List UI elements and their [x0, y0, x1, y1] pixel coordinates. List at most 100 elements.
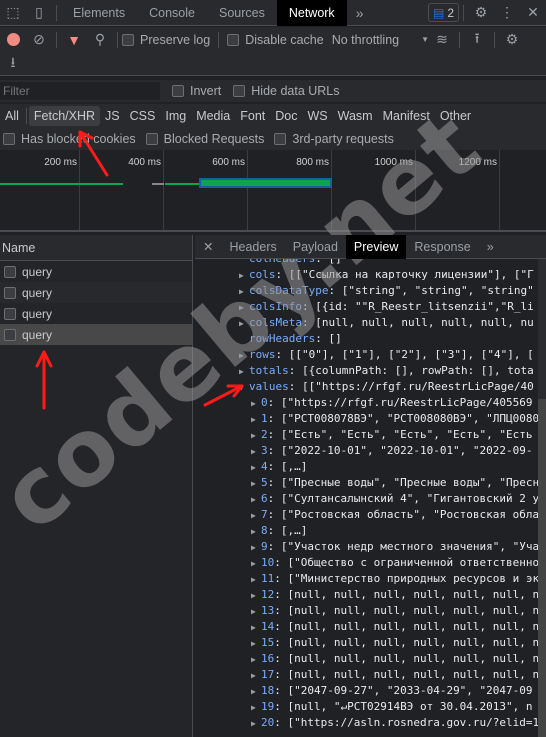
values-item[interactable]: ▶ 2: ["Есть", "Есть", "Есть", "Есть", "Ес…	[195, 427, 539, 443]
issues-badge[interactable]: ▤ 2	[427, 3, 459, 22]
values-item[interactable]: ▶ 20: ["https://asln.rosnedra.gov.ru/?eli…	[195, 715, 539, 731]
values-item[interactable]: ▶ 8: [,…]	[195, 523, 539, 539]
preview-property[interactable]: ▶ colsInfo: [{id: ""R_Reestr_litsenzii","…	[195, 299, 539, 315]
settings-gear-icon[interactable]: ⚙	[468, 0, 494, 26]
type-manifest[interactable]: Manifest	[378, 106, 435, 126]
expand-triangle-icon[interactable]: ▶	[251, 396, 261, 412]
filter-input[interactable]	[0, 82, 160, 100]
expand-triangle-icon[interactable]: ▶	[251, 572, 261, 588]
values-item[interactable]: ▶ 3: ["2022-10-01", "2022-10-01", "2022-0…	[195, 443, 539, 459]
blocked-requests-checkbox[interactable]	[145, 133, 158, 145]
values-item[interactable]: ▶ 7: ["Ростовская область", "Ростовская о…	[195, 507, 539, 523]
values-item[interactable]: ▶ 11: ["Министерство природных ресурсов и…	[195, 571, 539, 587]
tab-elements[interactable]: Elements	[61, 0, 137, 26]
values-item[interactable]: ▶ 4: [,…]	[195, 459, 539, 475]
preview-property[interactable]: ▶ rows: [["0"], ["1"], ["2"], ["3"], ["4"…	[195, 347, 539, 363]
expand-triangle-icon[interactable]: ▶	[251, 412, 261, 428]
preserve-log-checkbox[interactable]	[122, 33, 134, 46]
tab-payload[interactable]: Payload	[285, 235, 346, 259]
tab-sources[interactable]: Sources	[207, 0, 277, 26]
close-icon[interactable]: ✕	[520, 0, 546, 26]
network-settings-gear-icon[interactable]: ⚙	[499, 27, 525, 53]
expand-triangle-icon[interactable]: ▶	[251, 524, 261, 540]
expand-triangle-icon[interactable]: ▶	[239, 300, 249, 316]
type-wasm[interactable]: Wasm	[333, 106, 378, 126]
type-other[interactable]: Other	[435, 106, 476, 126]
expand-triangle-icon[interactable]: ▶	[239, 348, 249, 364]
values-item[interactable]: ▶ 0: ["https://rfgf.ru/ReestrLicPage/4055…	[195, 395, 539, 411]
throttling-select[interactable]: No throttling ▼	[332, 33, 429, 47]
network-overview-timeline[interactable]: 200 ms 400 ms 600 ms 800 ms 1000 ms 1200…	[0, 150, 546, 232]
tab-network[interactable]: Network	[276, 0, 347, 26]
expand-triangle-icon[interactable]: ▶	[251, 556, 261, 572]
values-item[interactable]: ▶ 13: [null, null, null, null, null, null…	[195, 603, 539, 619]
tab-response[interactable]: Response	[406, 235, 478, 259]
inspect-element-icon[interactable]: ⬚	[0, 0, 26, 26]
expand-triangle-icon[interactable]: ▶	[239, 364, 249, 380]
blocked-cookies-checkbox[interactable]	[3, 133, 15, 145]
scrollbar-thumb[interactable]	[538, 399, 546, 737]
expand-triangle-icon[interactable]: ▶	[251, 620, 261, 636]
values-item[interactable]: ▶ 1: ["РСТ008078ВЭ", "РСТ008080ВЭ", "ЛПЦ0…	[195, 411, 539, 427]
values-item[interactable]: ▶ 6: ["Султансалынский 4", "Гигантовский …	[195, 491, 539, 507]
name-column-header[interactable]: Name	[0, 235, 192, 261]
values-item[interactable]: ▶ 19: [null, "↵РСТ02914ВЭ от 30.04.2013",…	[195, 699, 539, 715]
type-doc[interactable]: Doc	[270, 106, 302, 126]
more-options-icon[interactable]: ⋮	[494, 0, 520, 26]
scrollbar[interactable]	[538, 259, 546, 737]
search-icon[interactable]: ⚲	[87, 27, 113, 53]
type-font[interactable]: Font	[235, 106, 270, 126]
close-details-icon[interactable]: ✕	[195, 235, 221, 259]
values-item[interactable]: ▶ 12: [null, null, null, null, null, null…	[195, 587, 539, 603]
tab-headers[interactable]: Headers	[221, 235, 284, 259]
request-row[interactable]: query	[0, 282, 192, 303]
preview-property[interactable]: ▶ totals: [{columnPath: [], rowPath: [], …	[195, 363, 539, 379]
values-item[interactable]: ▶ 5: ["Пресные воды", "Пресные воды", "Пр…	[195, 475, 539, 491]
expand-triangle-icon[interactable]: ▶	[251, 652, 261, 668]
expand-triangle-icon[interactable]: ▶	[239, 316, 249, 332]
hide-data-urls-checkbox[interactable]	[233, 85, 246, 97]
record-button[interactable]	[0, 27, 26, 53]
expand-triangle-icon[interactable]: ▶	[251, 460, 261, 476]
values-item[interactable]: ▶ 14: [null, null, null, null, null, null…	[195, 619, 539, 635]
values-item[interactable]: ▶ 17: [null, null, null, null, null, null…	[195, 667, 539, 683]
expand-triangle-icon[interactable]: ▶	[251, 684, 261, 700]
preview-property[interactable]: ▶ colsMeta: [null, null, null, null, null…	[195, 315, 539, 331]
type-all[interactable]: All	[0, 106, 24, 126]
type-img[interactable]: Img	[160, 106, 191, 126]
clear-icon[interactable]: ⊘	[26, 27, 52, 53]
expand-triangle-icon[interactable]: ▶	[251, 444, 261, 460]
expand-triangle-icon[interactable]: ▶	[251, 428, 261, 444]
device-toolbar-icon[interactable]: ▯	[26, 0, 52, 26]
expand-triangle-icon[interactable]: ▶	[251, 604, 261, 620]
expand-triangle-icon[interactable]: ▶	[251, 588, 261, 604]
import-har-icon[interactable]: ⭱	[464, 27, 490, 53]
preview-property[interactable]: rowHeaders: []	[195, 331, 539, 347]
expand-triangle-icon[interactable]: ▶	[251, 476, 261, 492]
tab-preview[interactable]: Preview	[345, 235, 407, 259]
type-ws[interactable]: WS	[302, 106, 332, 126]
expand-triangle-icon[interactable]: ▶	[251, 492, 261, 508]
filter-icon[interactable]: ▼	[61, 27, 87, 53]
expand-triangle-icon[interactable]: ▼	[239, 380, 249, 396]
expand-triangle-icon[interactable]: ▶	[251, 540, 261, 556]
preview-property[interactable]: ▼ values: [["https://rfgf.ru/ReestrLicPag…	[195, 379, 539, 395]
preview-property[interactable]: ▶ cols: [["Ссылка на карточку лицензии"],…	[195, 267, 539, 283]
values-item[interactable]: ▶ 10: ["Общество с ограниченной ответстве…	[195, 555, 539, 571]
type-fetch-xhr[interactable]: Fetch/XHR	[28, 106, 101, 126]
preview-property[interactable]: ▶ colsDataType: ["string", "string", "str…	[195, 283, 539, 299]
values-item[interactable]: ▶ 16: [null, null, null, null, null, null…	[195, 651, 539, 667]
export-har-icon[interactable]: ⭳	[0, 51, 26, 77]
type-js[interactable]: JS	[100, 106, 125, 126]
network-conditions-icon[interactable]: ≋	[429, 27, 455, 53]
expand-triangle-icon[interactable]: ▶	[251, 636, 261, 652]
expand-triangle-icon[interactable]: ▶	[251, 668, 261, 684]
third-party-checkbox[interactable]	[274, 133, 287, 145]
expand-triangle-icon[interactable]: ▶	[251, 508, 261, 524]
expand-triangle-icon[interactable]: ▶	[251, 716, 261, 732]
expand-triangle-icon[interactable]: ▶	[251, 700, 261, 716]
invert-checkbox[interactable]	[172, 85, 184, 97]
more-tabs-icon[interactable]: »	[479, 235, 502, 259]
values-item[interactable]: ▶ 18: ["2047-09-27", "2033-04-29", "2047-…	[195, 683, 539, 699]
tab-console[interactable]: Console	[137, 0, 207, 26]
